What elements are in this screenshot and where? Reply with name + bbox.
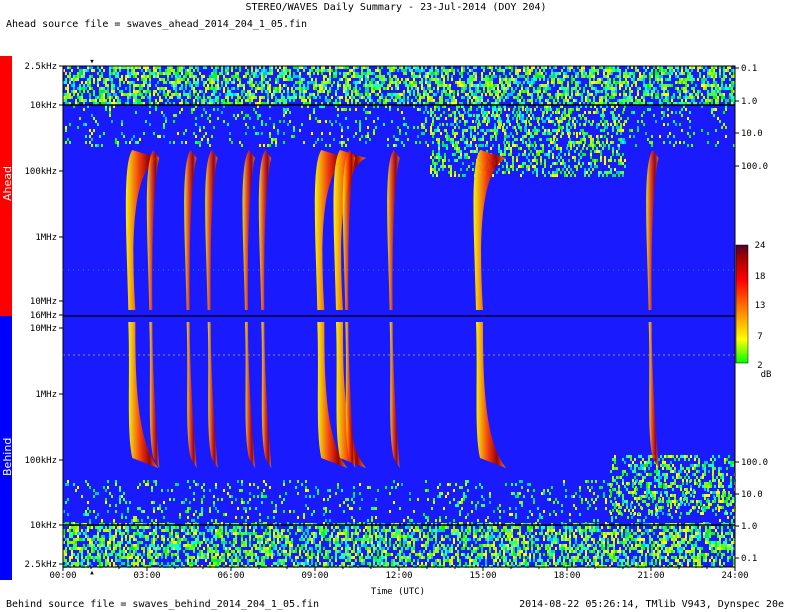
y-tick-label: 1MHz <box>35 233 57 243</box>
y-tick-label: 100kHz <box>24 456 57 466</box>
y-tick-label: 10kHz <box>30 101 57 111</box>
right-tick-label: 1.0 <box>741 522 757 532</box>
right-tick-label: 10.0 <box>741 129 763 139</box>
y-tick-label: 100kHz <box>24 167 57 177</box>
colorbar-ticks: 24181372dB <box>755 241 772 380</box>
x-tick-label: 24:00 <box>721 571 748 581</box>
x-tick-label: 15:00 <box>469 571 496 581</box>
x-tick-label: 06:00 <box>217 571 244 581</box>
right-tick-label: 100.0 <box>741 162 768 172</box>
marker-icon: ▴ <box>89 568 94 578</box>
x-tick-label: 18:00 <box>553 571 580 581</box>
colorbar-tick-label: 18 <box>755 272 766 282</box>
y-tick-label: 10MHz <box>30 324 57 334</box>
marker-icon: ▾ <box>89 57 94 67</box>
x-axis-label: Time (UTC) <box>371 587 425 597</box>
timestamp-stamp: 2014-08-22 05:26:14, TMlib V943, Dynspec… <box>519 599 784 610</box>
right-tick-label: 1.0 <box>741 97 757 107</box>
colorbar-tick-label: 7 <box>757 332 762 342</box>
x-tick-label: 21:00 <box>637 571 664 581</box>
y-tick-label: 2.5kHz <box>24 560 57 570</box>
colorbar <box>735 244 749 364</box>
y-tick-label: 10MHz <box>30 297 57 307</box>
right-tick-label: 10.0 <box>741 490 763 500</box>
x-tick-label: 00:00 <box>49 571 76 581</box>
right-tick-label: 0.1 <box>741 64 757 74</box>
colorbar-tick-label: 24 <box>755 241 766 251</box>
x-tick-label: 03:00 <box>133 571 160 581</box>
plot-area <box>63 66 736 568</box>
spectrogram-chart: 00:00 03:00 06:00 09:00 12:00 15:00 18:00 21:00… <box>24 57 772 597</box>
y-tick-label: 1MHz <box>35 390 57 400</box>
y-tick-label: 2.5kHz <box>24 62 57 72</box>
right-tick-label: 0.1 <box>741 554 757 564</box>
colorbar-tick-label: 13 <box>755 301 766 311</box>
y-tick-label: 16MHz <box>30 311 57 321</box>
colorbar-unit: dB <box>761 370 772 380</box>
x-tick-label: 12:00 <box>385 571 412 581</box>
behind-source-file: Behind source file = swaves_behind_2014_… <box>6 599 320 610</box>
right-tick-label: 100.0 <box>741 458 768 468</box>
x-tick-label: 09:00 <box>301 571 328 581</box>
y-tick-label: 10kHz <box>30 521 57 531</box>
